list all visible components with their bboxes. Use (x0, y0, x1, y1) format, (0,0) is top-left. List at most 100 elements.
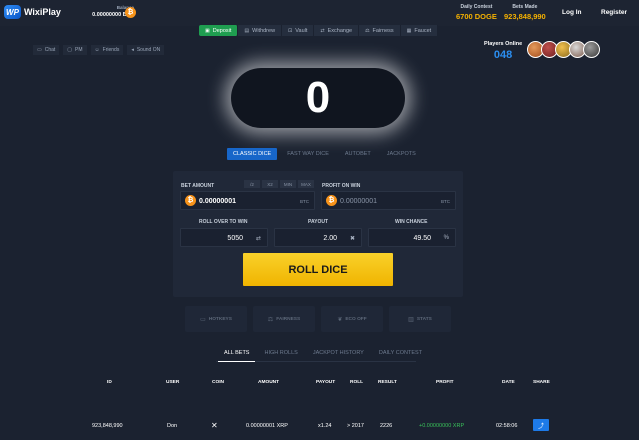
avatar[interactable] (583, 41, 600, 58)
tab-withdraw[interactable]: ▤ Withdrew (238, 25, 283, 36)
row-id[interactable]: 923,848,990 (92, 423, 123, 429)
dice-result-display: 0 (231, 68, 405, 128)
profit-on-win-field: ₿ 0.00000001 BTC (321, 191, 456, 210)
half-bet-button[interactable]: /2 (244, 180, 260, 188)
pm-button[interactable]: ▢ PM (63, 45, 87, 55)
payout-label: PAYOUT (308, 219, 329, 225)
bet-amount-value: 0.00000001 (199, 198, 236, 205)
min-bet-button[interactable]: MIN (280, 180, 296, 188)
win-chance-label: WIN CHANCE (395, 219, 428, 225)
bets-made: Bets Made 923,848,990 (504, 4, 546, 21)
friends-button[interactable]: ☺ Friends (90, 45, 124, 55)
col-user: USER (166, 380, 180, 385)
bets-made-label: Bets Made (512, 4, 538, 10)
chat-button[interactable]: ▭ Chat (33, 45, 60, 55)
withdraw-icon: ▤ (244, 27, 250, 34)
share-icon: ⤴ (537, 423, 544, 430)
tab-daily-contest[interactable]: DAILY CONTEST (373, 347, 428, 362)
payout-input[interactable]: 2.00 ✖ (274, 228, 362, 247)
percent-icon: % (443, 235, 449, 241)
tab-fairness[interactable]: ⚖ Fairness (359, 25, 401, 36)
friends-icon: ☺ (94, 47, 100, 53)
daily-contest: Daily Contest 6700 DOGE (456, 4, 497, 21)
roll-over-value: 5050 (227, 235, 243, 242)
logo[interactable]: WP WixiPlay (4, 5, 61, 19)
login-link[interactable]: Log In (562, 9, 582, 16)
col-coin: COIN (212, 380, 224, 385)
sound-button[interactable]: ◂ Sound ON (127, 45, 165, 55)
col-profit: PROFIT (436, 380, 454, 385)
roll-over-input[interactable]: 5050 ⇄ (180, 228, 268, 247)
bitcoin-icon: ₿ (326, 195, 337, 206)
tab-classic-dice[interactable]: CLASSIC DICE (227, 148, 278, 160)
tab-autobet[interactable]: AUTOBET (339, 148, 377, 160)
faucet-icon: ▦ (406, 27, 412, 34)
col-roll: ROLL (350, 380, 364, 385)
speaker-icon: ◂ (131, 47, 134, 53)
tab-exchange[interactable]: ⇄ Exchange (314, 25, 360, 36)
tab-deposit[interactable]: ▣ Deposit (199, 25, 239, 36)
bet-currency: BTC (300, 199, 309, 204)
row-profit: +0.00000000 XRP (419, 423, 465, 429)
bets-made-value: 923,848,990 (504, 12, 546, 21)
tab-all-bets[interactable]: ALL BETS (218, 347, 256, 362)
register-link[interactable]: Register (601, 9, 627, 16)
wallet-nav: ▣ Deposit ▤ Withdrew ⊡ Vault ⇄ Exchange ⚖ Fai… (199, 25, 439, 36)
row-payout: x1.24 (318, 423, 332, 429)
multiply-icon: ✖ (349, 236, 355, 242)
chat-icon: ▭ (37, 47, 42, 53)
hotkeys-button[interactable]: ▭ HOTKEYS (185, 306, 247, 332)
row-date: 02:58:06 (496, 423, 518, 429)
col-payout: PAYOUT (316, 380, 336, 385)
tab-jackpot-history[interactable]: JACKPOT HISTORY (307, 347, 370, 362)
daily-contest-value: 6700 DOGE (456, 12, 497, 21)
scale-icon: ⚖ (365, 27, 370, 34)
game-mode-tabs: CLASSIC DICE FAST WAY DICE AUTOBET JACKP… (227, 148, 426, 160)
tab-high-rolls[interactable]: HIGH ROLLS (258, 347, 303, 362)
deposit-icon: ▣ (205, 27, 210, 34)
bet-amount-input[interactable]: ₿ 0.00000001 BTC (180, 191, 315, 210)
bitcoin-icon: ₿ (185, 195, 196, 206)
profit-on-win-label: PROFIT ON WIN (322, 183, 361, 189)
dice-result-value: 0 (305, 73, 331, 122)
fairness-button[interactable]: ⚖ FAIRNESS (253, 306, 315, 332)
win-chance-value: 49.50 (413, 235, 431, 242)
logo-icon: WP (4, 5, 21, 19)
eco-toggle[interactable]: ❦ ECO OFF (321, 306, 383, 332)
xrp-icon: ✕ (211, 421, 218, 430)
players-online: Players Online 048 (484, 41, 522, 61)
profit-amount-value: 0.00000001 (340, 198, 377, 205)
daily-contest-label: Daily Contest (460, 4, 493, 10)
bitcoin-icon[interactable]: ₿ (125, 7, 136, 18)
tool-buttons: ▭ HOTKEYS ⚖ FAIRNESS ❦ ECO OFF ▥ STATS (185, 306, 451, 332)
swap-icon[interactable]: ⇄ (256, 235, 261, 242)
brand-name: WixiPlay (24, 7, 61, 17)
message-icon: ▢ (67, 47, 73, 53)
chart-icon: ▥ (408, 316, 414, 323)
roll-dice-button[interactable]: ROLL DICE (243, 253, 393, 286)
share-button[interactable]: ⤴ (533, 419, 549, 431)
chat-toolbar: ▭ Chat ▢ PM ☺ Friends ◂ Sound ON (33, 45, 165, 55)
keyboard-icon: ▭ (200, 316, 206, 323)
win-chance-input[interactable]: 49.50 % (368, 228, 456, 247)
tab-jackpots[interactable]: JACKPOTS (381, 148, 422, 160)
bets-tabs: ALL BETS HIGH ROLLS JACKPOT HISTORY DAIL… (218, 347, 431, 362)
lock-icon: ⊡ (288, 27, 293, 34)
tab-vault[interactable]: ⊡ Vault (282, 25, 315, 36)
row-result: 2226 (380, 423, 393, 429)
tab-faucet[interactable]: ▦ Faucet (400, 25, 439, 36)
players-online-count: 048 (493, 49, 513, 61)
tab-fast-way-dice[interactable]: FAST WAY DICE (281, 148, 335, 160)
scale-icon: ⚖ (267, 316, 274, 323)
payout-value: 2.00 (323, 235, 337, 242)
row-roll: > 2017 (347, 423, 364, 429)
max-bet-button[interactable]: MAX (298, 180, 314, 188)
row-user[interactable]: Don (167, 423, 177, 429)
row-amount: 0.00000001 XRP (246, 423, 288, 429)
player-avatars (527, 41, 600, 58)
stats-button[interactable]: ▥ STATS (389, 306, 451, 332)
col-amount: AMOUNT (258, 380, 280, 385)
col-share: SHARE (533, 380, 550, 385)
roll-over-label: ROLL OVER TO WIN (199, 219, 248, 225)
double-bet-button[interactable]: X2 (262, 180, 278, 188)
